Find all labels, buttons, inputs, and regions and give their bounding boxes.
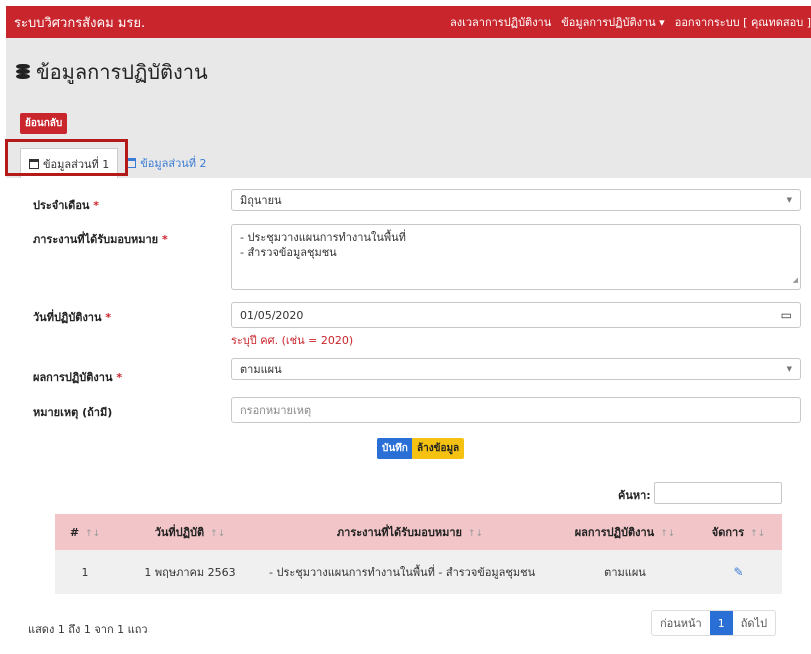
task-label: ภาระงานที่ได้รับมอบหมาย * xyxy=(33,233,168,246)
calendar-icon xyxy=(126,158,137,168)
clear-button[interactable]: ล้างข้อมูล xyxy=(412,438,465,459)
table-header-row: # ↑↓ วันที่ปฏิบัติ ↑↓ ภาระงานที่ได้รับมอบห… xyxy=(55,514,782,550)
col-header-task[interactable]: ภาระงานที่ได้รับมอบหมาย ↑↓ xyxy=(265,514,555,550)
resize-handle-icon[interactable]: ◢ xyxy=(793,273,798,288)
calendar-picker-icon[interactable]: ▭ xyxy=(781,308,792,322)
page-title-text: ข้อมูลการปฏิบัติงาน xyxy=(36,60,208,84)
page-title: ข้อมูลการปฏิบัติงาน xyxy=(16,56,208,88)
date-label: วันที่ปฏิบัติงาน * xyxy=(33,311,112,324)
cell-result: ตามแผน xyxy=(555,550,695,594)
nav-links: ลงเวลาการปฏิบัติงาน ข้อมูลการปฏิบัติงาน … xyxy=(450,13,811,31)
month-value: มิถุนายน xyxy=(240,194,282,207)
table-row: 1 1 พฤษภาคม 2563 - ประชุมวางแผนการทำงานใ… xyxy=(55,550,782,594)
calendar-icon xyxy=(29,158,39,169)
month-label: ประจำเดือน * xyxy=(33,199,100,212)
task-textarea[interactable]: - ประชุมวางแผนการทำงานในพื้นที่ - สำรวจข… xyxy=(231,224,801,290)
col-header-number[interactable]: # ↑↓ xyxy=(55,514,115,550)
pager-next[interactable]: ถัดไป xyxy=(733,611,775,635)
nav-link-work-data[interactable]: ข้อมูลการปฏิบัติงาน ▾ xyxy=(561,13,664,31)
date-value: 01/05/2020 xyxy=(240,308,304,322)
task-line: - สำรวจข้อมูลชุมชน xyxy=(240,246,337,259)
cell-date: 1 พฤษภาคม 2563 xyxy=(115,550,265,594)
tab-part-1-label: ข้อมูลส่วนที่ 1 xyxy=(43,157,110,171)
pager-prev[interactable]: ก่อนหน้า xyxy=(652,611,710,635)
cell-manage: ✎ xyxy=(695,550,782,594)
database-icon xyxy=(16,64,30,80)
col-header-manage[interactable]: จัดการ ↑↓ xyxy=(695,514,782,550)
date-hint: ระบุปี คศ. (เช่น = 2020) xyxy=(231,334,354,347)
col-header-result[interactable]: ผลการปฏิบัติงาน ↑↓ xyxy=(555,514,695,550)
save-button[interactable]: บันทึก xyxy=(377,438,413,459)
result-label: ผลการปฏิบัติงาน * xyxy=(33,371,123,384)
result-select[interactable]: ตามแผน ▼ xyxy=(231,358,801,380)
pagination: ก่อนหน้า 1 ถัดไป xyxy=(651,610,777,636)
cell-task: - ประชุมวางแผนการทำงานในพื้นที่ - สำรวจข… xyxy=(265,550,555,594)
pager-page-1[interactable]: 1 xyxy=(709,611,733,635)
tab-part-2-label: ข้อมูลส่วนที่ 2 xyxy=(140,157,207,170)
tab-bar: ข้อมูลส่วนที่ 1 ข้อมูลส่วนที่ 2 xyxy=(20,142,215,178)
note-input[interactable]: กรอกหมายเหตุ xyxy=(231,397,801,423)
date-input[interactable]: 01/05/2020 ▭ xyxy=(231,302,801,328)
top-navbar: ระบบวิศวกรสังคม มรย. ลงเวลาการปฏิบัติงาน… xyxy=(6,6,811,38)
work-form: ประจำเดือน * มิถุนายน ▼ ภาระงานที่ได้รับ… xyxy=(6,178,811,469)
cell-number: 1 xyxy=(55,550,115,594)
nav-link-time-log[interactable]: ลงเวลาการปฏิบัติงาน xyxy=(450,13,551,31)
month-select[interactable]: มิถุนายน ▼ xyxy=(231,189,801,211)
app-brand[interactable]: ระบบวิศวกรสังคม มรย. xyxy=(6,12,450,33)
note-label: หมายเหตุ (ถ้ามี) xyxy=(33,406,113,419)
chevron-down-icon: ▼ xyxy=(786,196,792,204)
table-info: แสดง 1 ถึง 1 จาก 1 แถว xyxy=(28,623,148,636)
task-line: - ประชุมวางแผนการทำงานในพื้นที่ xyxy=(240,231,406,244)
edit-icon[interactable]: ✎ xyxy=(733,565,743,579)
tab-part-1[interactable]: ข้อมูลส่วนที่ 1 xyxy=(20,148,119,178)
tab-part-2[interactable]: ข้อมูลส่วนที่ 2 xyxy=(118,148,214,178)
search-input[interactable] xyxy=(654,482,782,504)
col-header-date[interactable]: วันที่ปฏิบัติ ↑↓ xyxy=(115,514,265,550)
note-placeholder: กรอกหมายเหตุ xyxy=(240,404,312,417)
page-header: ข้อมูลการปฏิบัติงาน ย้อนกลับ ข้อมูลส่วนท… xyxy=(6,38,811,178)
back-button[interactable]: ย้อนกลับ xyxy=(20,113,68,134)
search-label: ค้นหา: xyxy=(618,489,651,502)
nav-link-logout[interactable]: ออกจากระบบ [ คุณทดสอบ ] xyxy=(675,13,811,31)
work-table: # ↑↓ วันที่ปฏิบัติ ↑↓ ภาระงานที่ได้รับมอบห… xyxy=(55,514,782,594)
chevron-down-icon: ▼ xyxy=(786,365,792,373)
result-value: ตามแผน xyxy=(240,363,282,376)
